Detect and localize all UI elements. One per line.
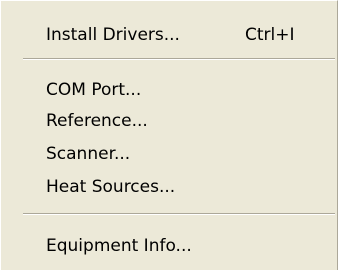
menu-item-label: Equipment Info... (46, 236, 192, 256)
menu-item-label: COM Port... (46, 80, 142, 100)
menu-separator (23, 213, 335, 215)
menu-item-reference[interactable]: Reference... (1, 106, 337, 136)
menu-item-install-drivers[interactable]: Install Drivers... Ctrl+I (1, 20, 337, 50)
menu-item-shortcut: Ctrl+I (245, 25, 295, 45)
menu-item-label: Heat Sources... (46, 177, 176, 197)
menu-item-heat-sources[interactable]: Heat Sources... (1, 172, 337, 202)
menu-item-scanner[interactable]: Scanner... (1, 139, 337, 169)
menu-item-label: Scanner... (46, 144, 131, 164)
menu-item-equipment-info[interactable]: Equipment Info... (1, 231, 337, 261)
menu-item-label: Install Drivers... (46, 25, 180, 45)
menu-item-label: Reference... (46, 111, 148, 131)
menu-separator (23, 58, 335, 60)
menu-item-com-port[interactable]: COM Port... (1, 75, 337, 105)
context-menu: Install Drivers... Ctrl+I COM Port... Re… (0, 0, 338, 270)
